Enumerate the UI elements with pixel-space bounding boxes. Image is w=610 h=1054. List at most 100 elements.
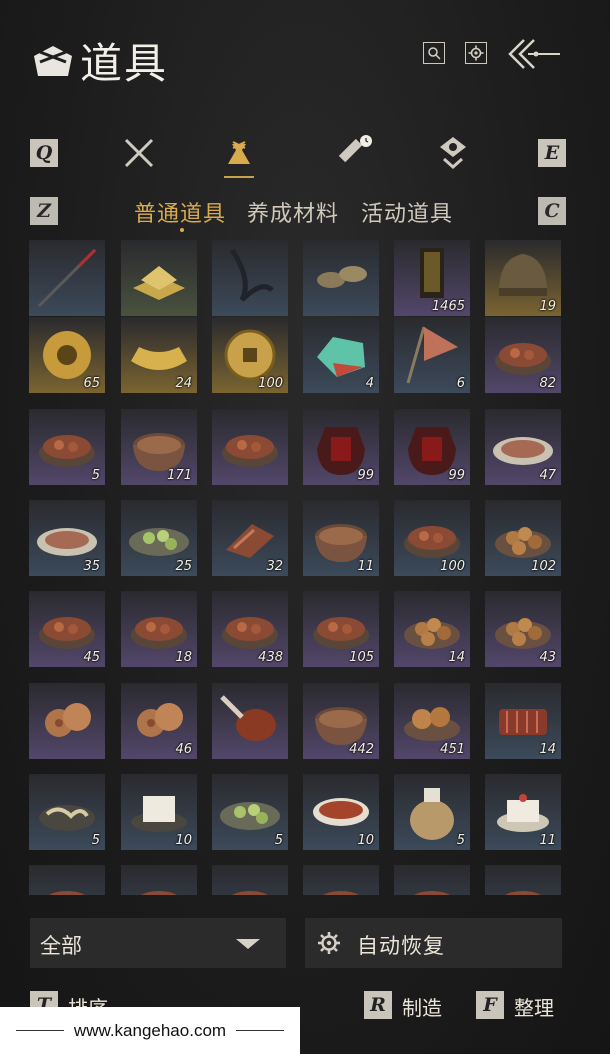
item-count: 100 (440, 559, 465, 574)
inventory-item[interactable]: 99 (303, 409, 379, 485)
tab-scrolls[interactable] (328, 128, 378, 178)
item-count: 45 (83, 650, 100, 665)
tab-weapons[interactable] (114, 128, 164, 178)
settings-button[interactable] (465, 42, 487, 64)
inventory-item[interactable] (212, 683, 288, 759)
inventory-item[interactable]: 82 (485, 317, 561, 393)
inventory-item[interactable]: 442 (303, 683, 379, 759)
subtab-normal-items[interactable]: 普通道具 (134, 196, 226, 228)
inventory-item[interactable]: 99 (394, 409, 470, 485)
item-count: 24 (175, 376, 192, 391)
back-arrow-icon (508, 39, 560, 69)
inventory-item[interactable]: 1465 (394, 240, 470, 316)
item-count: 6 (456, 376, 465, 391)
item-image (220, 695, 276, 741)
inventory-item[interactable]: 14 (485, 683, 561, 759)
inventory-item[interactable]: 24 (121, 317, 197, 393)
item-count: 18 (175, 650, 192, 665)
next-category-key[interactable]: E (538, 139, 566, 167)
inventory-item[interactable] (485, 865, 561, 895)
item-image (232, 891, 268, 895)
inventory-item[interactable]: 46 (121, 683, 197, 759)
inventory-item[interactable]: 32 (212, 500, 288, 576)
inventory-item[interactable] (29, 240, 105, 316)
active-tab-indicator (224, 176, 254, 178)
item-count: 1465 (431, 299, 465, 314)
inventory-item[interactable]: 43 (485, 591, 561, 667)
item-image (229, 248, 274, 302)
auto-restore-button[interactable]: 自动恢复 (305, 918, 562, 968)
gear-icon (468, 45, 484, 61)
organize-key[interactable]: F (476, 991, 504, 1019)
inventory-item[interactable]: 451 (394, 683, 470, 759)
item-image (505, 891, 541, 895)
inventory-item[interactable] (394, 865, 470, 895)
item-grid: 1465 19 65 24 100 4 6 82 5 171 99 99 47 35 25 32 11 100 10… (0, 240, 610, 895)
inventory-item[interactable]: 6 (394, 317, 470, 393)
item-count: 5 (274, 833, 283, 848)
inventory-item[interactable]: 5 (29, 409, 105, 485)
inventory-item[interactable]: 100 (212, 317, 288, 393)
inventory-item[interactable]: 4 (303, 317, 379, 393)
next-subtab-key[interactable]: C (538, 197, 566, 225)
inventory-item[interactable]: 102 (485, 500, 561, 576)
inventory-item[interactable]: 5 (212, 774, 288, 850)
inventory-item[interactable]: 18 (121, 591, 197, 667)
inventory-item[interactable]: 11 (485, 774, 561, 850)
filter-dropdown[interactable]: 全部 (30, 918, 286, 968)
inventory-item[interactable]: 65 (29, 317, 105, 393)
inventory-item[interactable] (121, 240, 197, 316)
item-count: 46 (175, 742, 192, 757)
inventory-item[interactable]: 5 (29, 774, 105, 850)
inventory-item[interactable] (121, 865, 197, 895)
crossed-swords-icon (124, 138, 154, 168)
inventory-item[interactable]: 14 (394, 591, 470, 667)
inventory-item[interactable] (212, 409, 288, 485)
inventory-item[interactable] (303, 240, 379, 316)
craft-label[interactable]: 制造 (402, 992, 442, 1021)
item-count: 442 (349, 742, 374, 757)
subtab-event-items[interactable]: 活动道具 (361, 196, 453, 228)
filter-label: 全部 (40, 934, 82, 958)
item-count: 99 (357, 468, 374, 483)
organize-label[interactable]: 整理 (514, 992, 554, 1021)
tab-items[interactable] (214, 128, 264, 178)
search-button[interactable] (423, 42, 445, 64)
watermark-banner: www.kangehao.com (0, 1007, 300, 1054)
inventory-item[interactable]: 11 (303, 500, 379, 576)
inventory-item[interactable]: 19 (485, 240, 561, 316)
inventory-item[interactable] (212, 865, 288, 895)
inventory-item[interactable]: 45 (29, 591, 105, 667)
craft-key[interactable]: R (364, 991, 392, 1019)
item-count: 171 (167, 468, 192, 483)
inventory-item[interactable] (29, 683, 105, 759)
inventory-item[interactable]: 100 (394, 500, 470, 576)
page-header: 道具 (30, 30, 168, 91)
inventory-item[interactable]: 105 (303, 591, 379, 667)
inventory-item[interactable] (29, 865, 105, 895)
search-icon (428, 47, 441, 60)
item-count: 14 (539, 742, 556, 757)
watermark-text: www.kangehao.com (73, 1020, 227, 1040)
inventory-item[interactable] (303, 865, 379, 895)
prev-subtab-key[interactable]: Z (30, 197, 58, 225)
prev-category-key[interactable]: Q (30, 139, 58, 167)
inventory-item[interactable]: 10 (121, 774, 197, 850)
inventory-item[interactable]: 10 (303, 774, 379, 850)
tab-collectibles[interactable] (428, 128, 478, 178)
inventory-item[interactable]: 25 (121, 500, 197, 576)
bag-icon (34, 45, 72, 76)
inventory-item[interactable] (212, 240, 288, 316)
inventory-item[interactable]: 5 (394, 774, 470, 850)
item-count: 451 (440, 742, 465, 757)
inventory-item[interactable]: 47 (485, 409, 561, 485)
back-button[interactable] (506, 36, 562, 72)
item-count: 10 (357, 833, 374, 848)
inventory-item[interactable]: 171 (121, 409, 197, 485)
item-count: 65 (83, 376, 100, 391)
item-image (317, 266, 367, 288)
inventory-item[interactable]: 35 (29, 500, 105, 576)
inventory-item[interactable]: 438 (212, 591, 288, 667)
subtab-materials[interactable]: 养成材料 (247, 196, 339, 228)
item-count: 102 (531, 559, 556, 574)
